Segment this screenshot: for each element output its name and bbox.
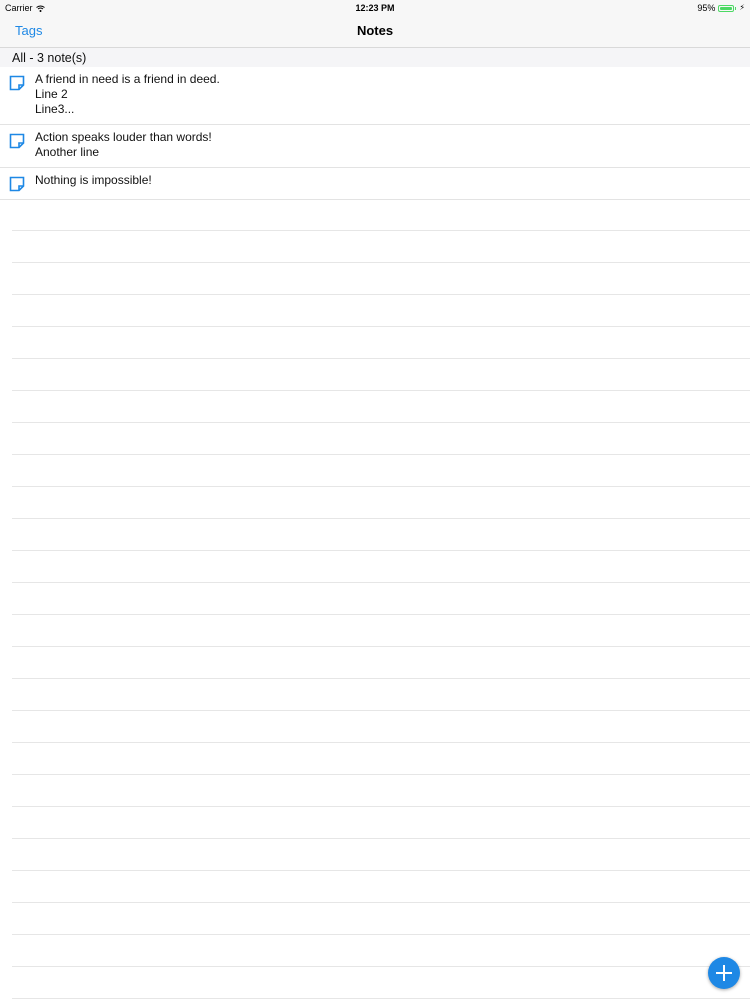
empty-row-separator xyxy=(12,231,750,263)
empty-row-separator xyxy=(12,711,750,743)
empty-row-separator xyxy=(12,679,750,711)
note-row[interactable]: Nothing is impossible! xyxy=(0,168,750,200)
empty-row-separator xyxy=(12,519,750,551)
status-bar: Carrier 12:23 PM 95% ⚡ xyxy=(0,0,750,16)
empty-row-separator xyxy=(12,199,750,231)
empty-row-separator xyxy=(12,551,750,583)
empty-row-separator xyxy=(12,903,750,935)
status-time: 12:23 PM xyxy=(355,3,395,13)
empty-row-separator xyxy=(12,839,750,871)
empty-rows xyxy=(12,199,750,999)
note-icon xyxy=(9,133,25,149)
battery-level-fill xyxy=(720,6,732,10)
empty-row-separator xyxy=(12,487,750,519)
battery-percentage: 95% xyxy=(697,3,716,13)
plus-icon-vertical xyxy=(723,965,725,981)
note-row[interactable]: Action speaks louder than words! Another… xyxy=(0,125,750,168)
empty-row-separator xyxy=(12,455,750,487)
empty-row-separator xyxy=(12,359,750,391)
navigation-bar: Tags Notes xyxy=(0,16,750,48)
status-right: 95% ⚡ xyxy=(697,0,745,16)
empty-row-separator xyxy=(12,295,750,327)
empty-row-separator xyxy=(12,743,750,775)
note-text: Action speaks louder than words! Another… xyxy=(35,130,212,159)
battery-icon xyxy=(718,4,735,12)
notes-list: A friend in need is a friend in deed. Li… xyxy=(0,67,750,200)
note-text: Nothing is impossible! xyxy=(35,173,152,187)
note-icon xyxy=(9,176,25,192)
empty-row-separator xyxy=(12,775,750,807)
section-header-label: All - 3 note(s) xyxy=(12,51,87,65)
note-icon xyxy=(9,75,25,91)
note-row[interactable]: A friend in need is a friend in deed. Li… xyxy=(0,67,750,125)
empty-row-separator xyxy=(12,327,750,359)
note-text: A friend in need is a friend in deed. Li… xyxy=(35,72,220,116)
page-title: Notes xyxy=(356,23,394,38)
empty-row-separator xyxy=(12,583,750,615)
empty-row-separator xyxy=(12,935,750,967)
empty-row-separator xyxy=(12,263,750,295)
battery-tip xyxy=(735,6,737,10)
empty-row-separator xyxy=(12,807,750,839)
empty-row-separator xyxy=(12,391,750,423)
add-note-button[interactable] xyxy=(708,957,740,989)
empty-row-separator xyxy=(12,871,750,903)
empty-row-separator xyxy=(12,967,750,999)
empty-row-separator xyxy=(12,423,750,455)
empty-row-separator xyxy=(12,615,750,647)
section-header: All - 3 note(s) xyxy=(0,48,750,67)
empty-row-separator xyxy=(12,647,750,679)
charging-icon: ⚡ xyxy=(739,3,745,12)
